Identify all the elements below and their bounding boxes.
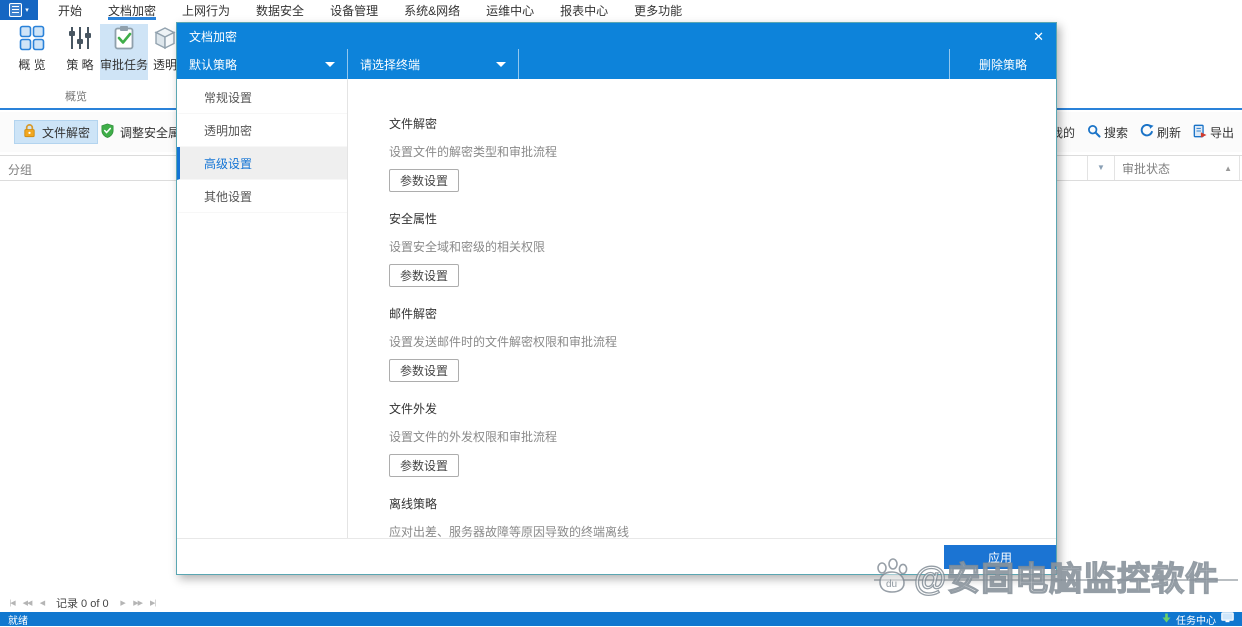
param-settings-button[interactable]: 参数设置: [389, 454, 459, 477]
nav-item-advanced-settings[interactable]: 高级设置: [177, 147, 347, 180]
search-icon: [1087, 124, 1101, 141]
section-title: 文件外发: [389, 400, 1056, 417]
task-center-link[interactable]: 任务中心: [1176, 612, 1216, 627]
dialog-title: 文档加密: [189, 28, 237, 45]
record-count-label: 记录 0 of 0: [56, 595, 109, 611]
section-security-attr: 安全属性 设置安全域和密级的相关权限 参数设置: [389, 210, 1056, 305]
export-link[interactable]: 导出: [1193, 124, 1234, 141]
refresh-icon: [1140, 124, 1154, 141]
chevron-down-icon: ▾: [25, 7, 29, 14]
menu-item-start[interactable]: 开始: [58, 0, 82, 20]
section-desc: 设置文件的解密类型和审批流程: [389, 143, 1056, 160]
file-decrypt-label: 文件解密: [42, 124, 90, 141]
actions-right-links: 抄送我的 搜索 刷新: [1027, 120, 1234, 144]
column-header-approval-status[interactable]: 审批状态 ▲: [1115, 156, 1240, 180]
ribbon-group-label: 概览: [0, 88, 152, 104]
policy-dropdown-value: 默认策略: [189, 56, 237, 73]
filter-dropdown-icon[interactable]: ▼: [1087, 156, 1115, 180]
section-desc: 设置安全域和密级的相关权限: [389, 238, 1056, 255]
menu-item-report-center[interactable]: 报表中心: [560, 0, 608, 20]
apply-button[interactable]: 应用: [944, 545, 1056, 569]
app-logo-icon: [9, 3, 22, 17]
section-file-outgoing: 文件外发 设置文件的外发权限和审批流程 参数设置: [389, 400, 1056, 495]
fast-prev-button[interactable]: ◀◀: [21, 599, 33, 607]
tool-overview[interactable]: 概 览: [8, 24, 56, 80]
section-desc: 应对出差、服务器故障等原因导致的终端离线: [389, 523, 1056, 539]
lock-icon: [22, 123, 37, 141]
close-icon[interactable]: ✕: [1033, 30, 1044, 43]
tool-policy[interactable]: 策 略: [56, 24, 104, 80]
menu-items: 开始 文档加密 上网行为 数据安全 设备管理 系统&网络 运维中心 报表中心 更…: [38, 0, 682, 20]
first-page-button[interactable]: |◀: [6, 599, 18, 607]
param-settings-button[interactable]: 参数设置: [389, 359, 459, 382]
shield-icon: [100, 123, 115, 141]
sliders-icon: [66, 24, 94, 52]
clipboard-check-icon: [110, 24, 138, 52]
section-file-decrypt: 文件解密 设置文件的解密类型和审批流程 参数设置: [389, 115, 1056, 210]
delete-policy-button[interactable]: 删除策略: [950, 49, 1056, 79]
nav-item-other-settings[interactable]: 其他设置: [177, 180, 347, 213]
chevron-down-icon: [325, 62, 335, 67]
prev-page-button[interactable]: ◀: [36, 599, 48, 607]
sort-up-icon: ▲: [1224, 164, 1232, 173]
section-title: 邮件解密: [389, 305, 1056, 322]
app-menu-button[interactable]: ▾: [0, 0, 38, 20]
statusbar: 就绪 任务中心: [0, 612, 1242, 626]
pagination-bar: |◀ ◀◀ ◀ 记录 0 of 0 ▶ ▶▶ ▶|: [0, 594, 1242, 612]
search-label: 搜索: [1104, 124, 1128, 141]
status-ready-label: 就绪: [8, 612, 28, 627]
menu-item-more[interactable]: 更多功能: [634, 0, 682, 20]
dialog-content: 文件解密 设置文件的解密类型和审批流程 参数设置 安全属性 设置安全域和密级的相…: [349, 79, 1056, 539]
next-page-button[interactable]: ▶: [117, 599, 129, 607]
param-settings-button[interactable]: 参数设置: [389, 264, 459, 287]
export-label: 导出: [1210, 124, 1234, 141]
file-decrypt-button[interactable]: 文件解密: [14, 120, 98, 144]
column-header-group[interactable]: 分组: [8, 161, 32, 178]
download-arrow-icon: [1162, 613, 1171, 626]
menu-item-data-security[interactable]: 数据安全: [256, 0, 304, 20]
dialog-titlebar: 文档加密 ✕: [177, 23, 1056, 49]
search-link[interactable]: 搜索: [1087, 124, 1128, 141]
doc-encryption-dialog: 文档加密 ✕ 默认策略 请选择终端 删除策略 常规设置 透明加密 高级设置 其他…: [176, 22, 1057, 575]
tool-overview-label: 概 览: [18, 56, 45, 73]
policy-dropdown[interactable]: 默认策略: [177, 49, 348, 79]
section-title: 安全属性: [389, 210, 1056, 227]
nav-item-general-settings[interactable]: 常规设置: [177, 81, 347, 114]
tool-policy-label: 策 略: [66, 56, 93, 73]
dialog-toolbar: 默认策略 请选择终端 删除策略: [177, 49, 1056, 79]
watermark-line: [874, 579, 1238, 581]
cube-icon: [151, 24, 179, 52]
monitor-icon[interactable]: [1221, 612, 1234, 626]
section-offline-policy: 离线策略 应对出差、服务器故障等原因导致的终端离线: [389, 495, 1056, 539]
approval-status-label: 审批状态: [1122, 160, 1170, 177]
grid-icon: [18, 24, 46, 52]
param-settings-button[interactable]: 参数设置: [389, 169, 459, 192]
table-header-right: ▼ 审批状态 ▲: [1087, 156, 1240, 180]
menu-item-system-network[interactable]: 系统&网络: [404, 0, 460, 20]
dialog-toolbar-spacer: [519, 49, 950, 79]
fast-next-button[interactable]: ▶▶: [132, 599, 144, 607]
menu-item-web-behavior[interactable]: 上网行为: [182, 0, 230, 20]
dialog-footer: 应用: [177, 538, 1056, 574]
statusbar-right: 任务中心: [1162, 612, 1234, 627]
section-title: 离线策略: [389, 495, 1056, 512]
menubar: ▾ 开始 文档加密 上网行为 数据安全 设备管理 系统&网络 运维中心 报表中心…: [0, 0, 1242, 20]
section-desc: 设置文件的外发权限和审批流程: [389, 428, 1056, 445]
tool-transparent-label: 透明: [153, 56, 177, 73]
last-page-button[interactable]: ▶|: [147, 599, 159, 607]
dialog-nav: 常规设置 透明加密 高级设置 其他设置: [177, 79, 348, 539]
nav-item-transparent-encryption[interactable]: 透明加密: [177, 114, 347, 147]
refresh-link[interactable]: 刷新: [1140, 124, 1181, 141]
export-icon: [1193, 124, 1207, 141]
section-title: 文件解密: [389, 115, 1056, 132]
terminal-dropdown-value: 请选择终端: [360, 56, 420, 73]
section-desc: 设置发送邮件时的文件解密权限和审批流程: [389, 333, 1056, 350]
menu-item-doc-encryption[interactable]: 文档加密: [108, 0, 156, 20]
chevron-down-icon: [496, 62, 506, 67]
terminal-dropdown[interactable]: 请选择终端: [348, 49, 519, 79]
menu-item-ops-center[interactable]: 运维中心: [486, 0, 534, 20]
section-mail-decrypt: 邮件解密 设置发送邮件时的文件解密权限和审批流程 参数设置: [389, 305, 1056, 400]
refresh-label: 刷新: [1157, 124, 1181, 141]
menu-item-device-mgmt[interactable]: 设备管理: [330, 0, 378, 20]
